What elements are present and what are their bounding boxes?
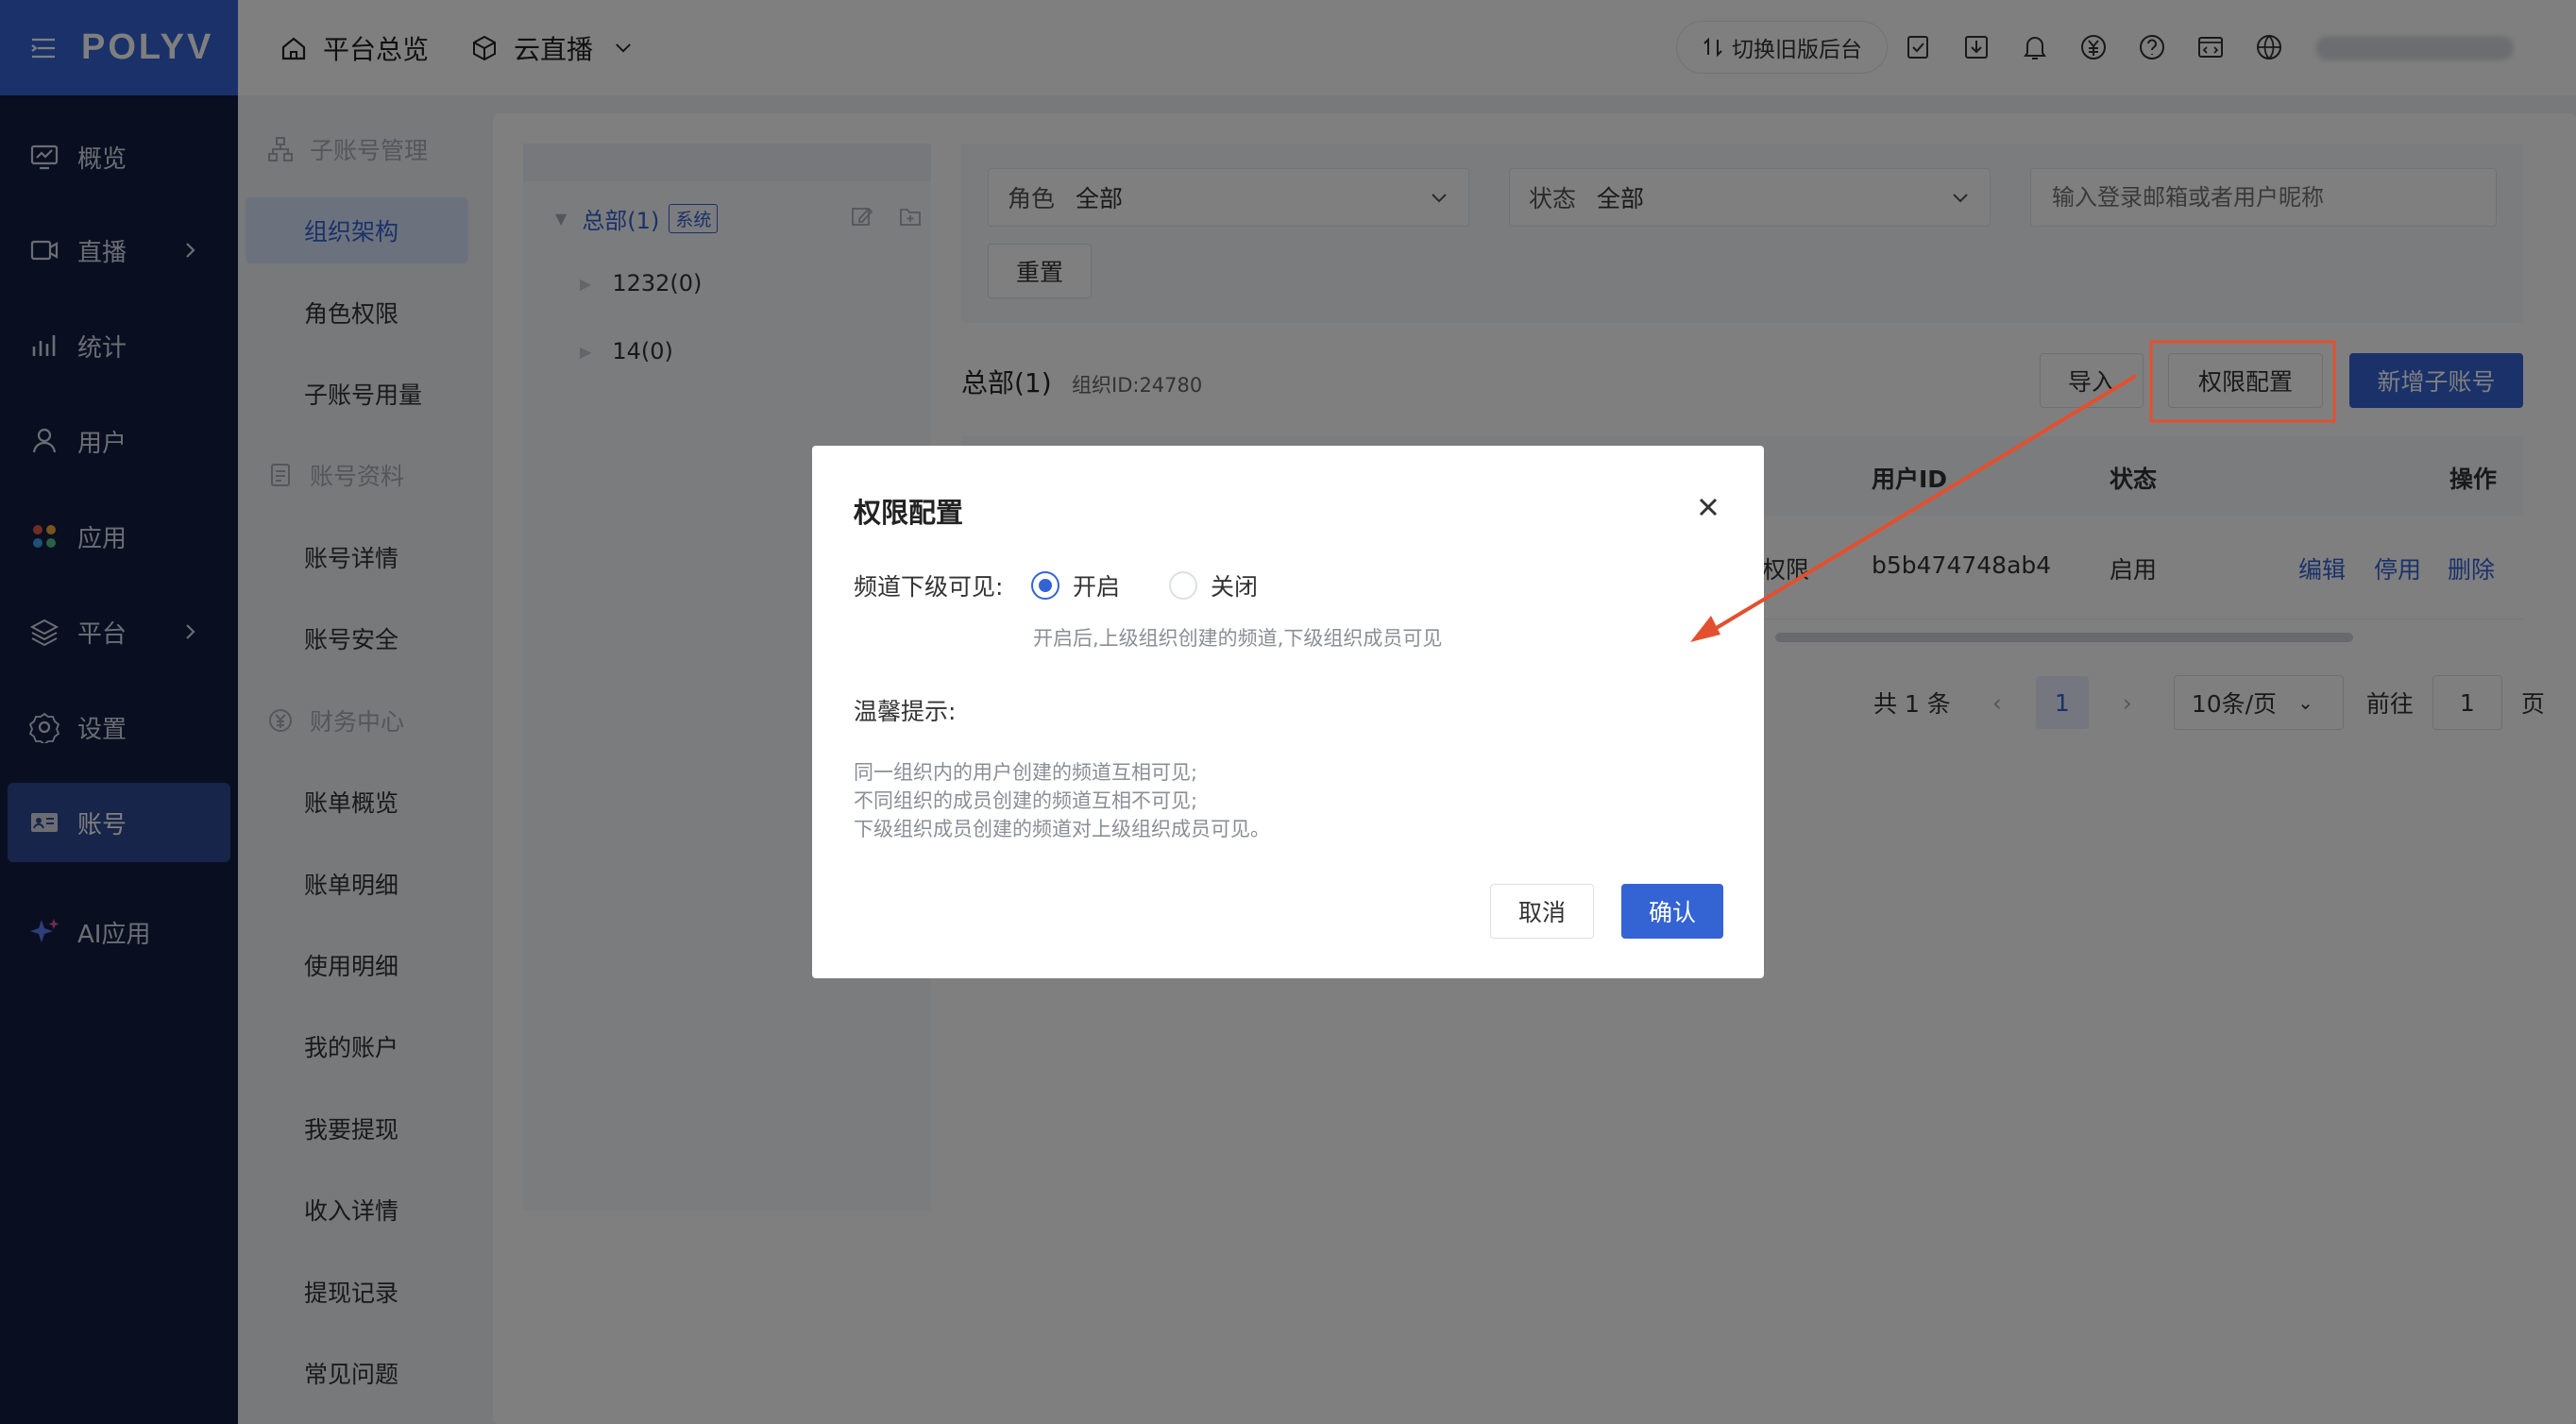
permission-config-dialog: 权限配置 频道下级可见: 开启 关闭 开启后,上级组织创建的频道,下级组织成员可… [812, 446, 1764, 978]
cancel-button[interactable]: 取消 [1490, 884, 1594, 939]
confirm-button[interactable]: 确认 [1621, 884, 1723, 939]
radio-enable-label: 开启 [1073, 573, 1121, 601]
radio-disable-label: 关闭 [1211, 573, 1259, 601]
close-icon[interactable] [1694, 493, 1722, 521]
radio-enable[interactable]: 开启 [1031, 568, 1120, 602]
tip-line: 不同组织的成员创建的频道互相不可见; [854, 789, 1198, 812]
radio-unchecked-icon [1169, 571, 1197, 600]
channel-visibility-label: 频道下级可见: [854, 573, 1004, 601]
tip-line: 同一组织内的用户创建的频道互相可见; [854, 761, 1198, 784]
visibility-hint: 开启后,上级组织创建的频道,下级组织成员可见 [1033, 627, 1443, 650]
tip-line: 下级组织成员创建的频道对上级组织成员可见。 [854, 818, 1270, 840]
tips-title: 温馨提示: [854, 698, 957, 725]
dialog-title: 权限配置 [854, 497, 964, 529]
radio-disable[interactable]: 关闭 [1169, 568, 1258, 602]
radio-checked-icon [1031, 571, 1059, 600]
